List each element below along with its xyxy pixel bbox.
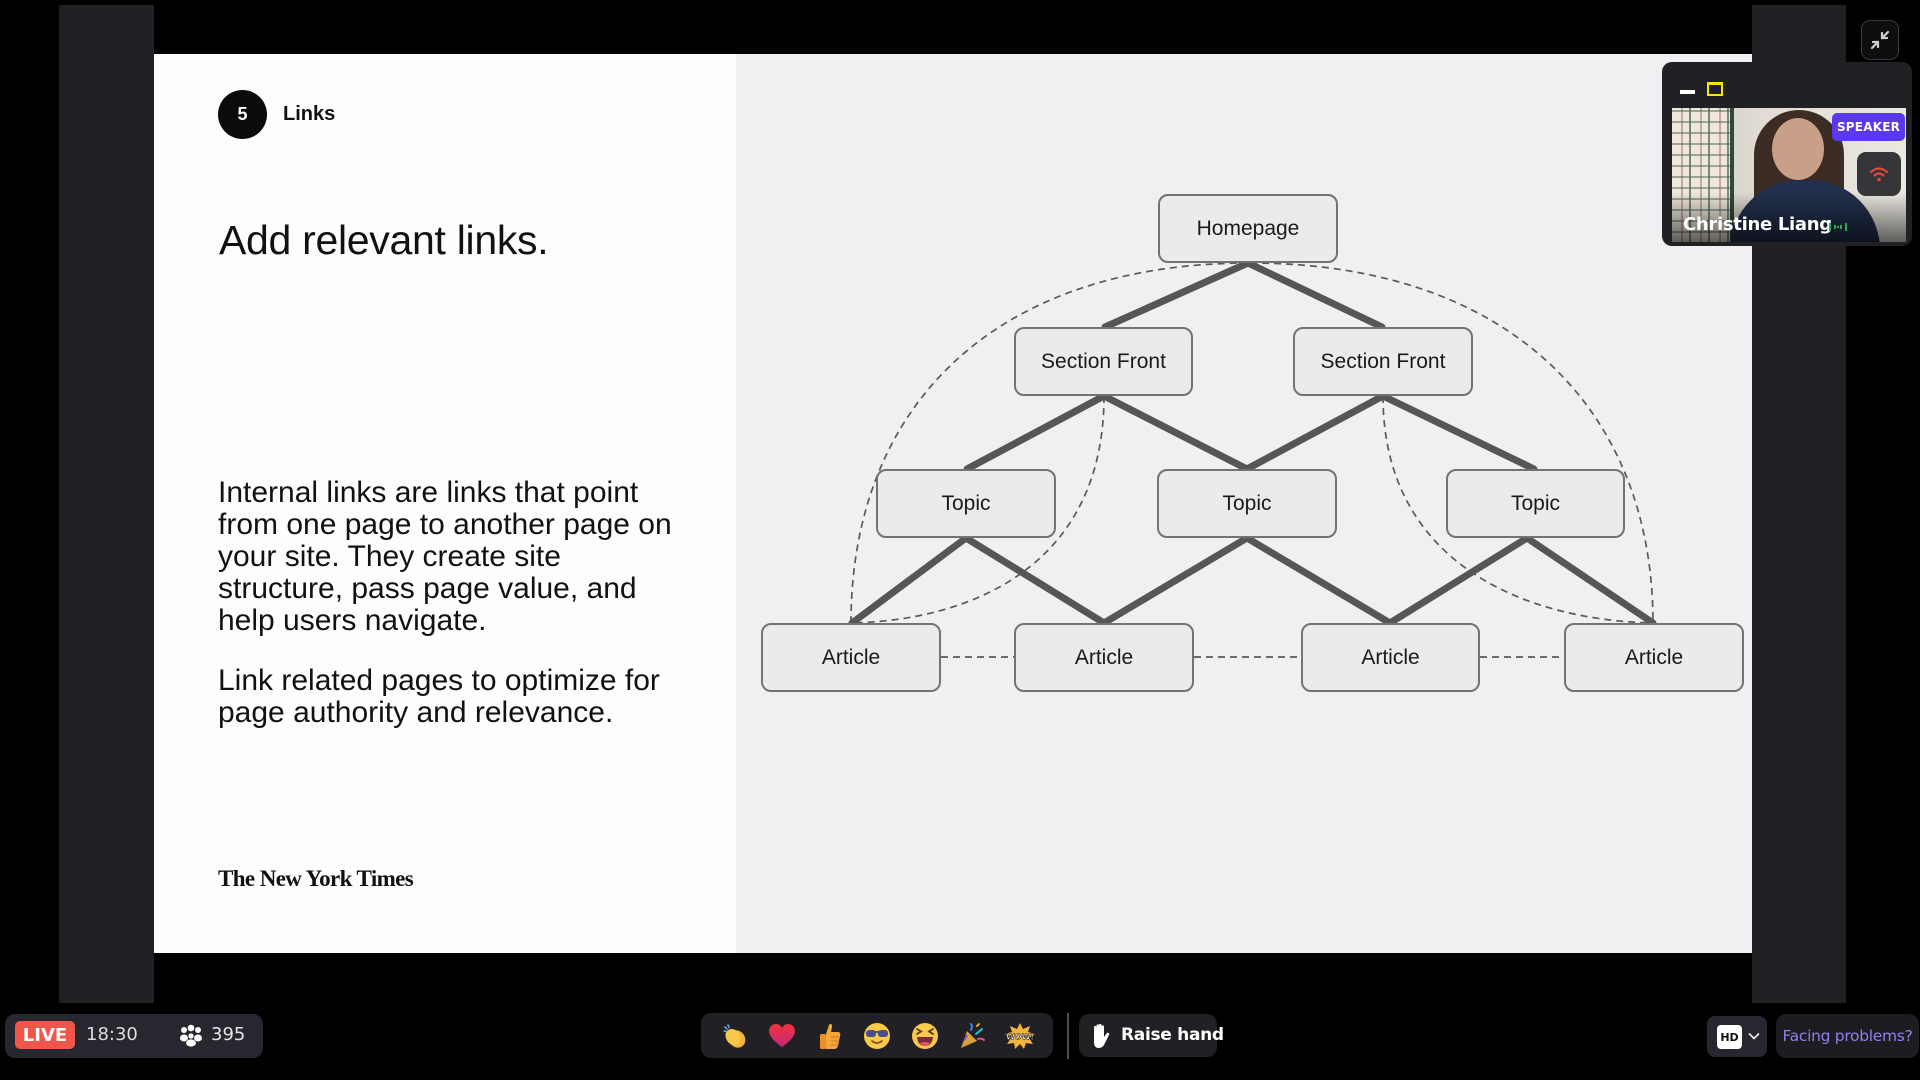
thumbs-up-icon [820, 1023, 841, 1049]
elapsed-time: 18:30 [86, 1024, 138, 1045]
speaker-name: Christine Liang [1683, 214, 1832, 235]
node-homepage: Homepage [1158, 194, 1338, 263]
viewers-icon [180, 1024, 202, 1047]
reaction-sunglasses-button[interactable] [860, 1019, 894, 1053]
network-indicator [1857, 152, 1901, 196]
hierarchy-link [1523, 534, 1657, 627]
node-article: Article [1301, 623, 1480, 692]
hierarchy-link [848, 534, 970, 627]
hierarchy-link [1386, 534, 1531, 627]
hierarchy-link [1101, 259, 1252, 331]
restore-icon[interactable] [1706, 80, 1724, 96]
hierarchy-link [1243, 534, 1394, 627]
live-badge: LIVE [15, 1021, 75, 1049]
wow-sticker-icon: WOW! [1005, 1023, 1035, 1049]
speaker-badge: SPEAKER [1832, 113, 1905, 141]
speaker-person-face [1772, 118, 1824, 180]
viewer-count: 395 [211, 1024, 246, 1045]
hierarchy-link [1379, 392, 1538, 473]
hierarchy-link [962, 534, 1108, 627]
party-popper-icon [961, 1023, 985, 1048]
hierarchy-link [1100, 392, 1251, 473]
reaction-wow-button[interactable]: WOW! [1003, 1019, 1037, 1053]
hand-icon [1094, 1023, 1110, 1048]
raise-hand-label: Raise hand [1121, 1025, 1224, 1045]
reaction-thumbs-up-button[interactable] [813, 1019, 847, 1053]
audio-level-icon [1829, 223, 1847, 231]
chevron-down-icon [1748, 1033, 1760, 1040]
laughing-face-icon [912, 1023, 938, 1049]
node-section-front: Section Front [1014, 327, 1193, 396]
node-article: Article [1564, 623, 1744, 692]
hierarchy-link [1100, 534, 1251, 627]
minimize-icon[interactable] [1676, 84, 1700, 100]
node-topic: Topic [876, 469, 1056, 538]
facing-problems-button[interactable]: Facing problems? [1776, 1014, 1919, 1058]
node-article: Article [761, 623, 941, 692]
reaction-heart-button[interactable] [765, 1019, 799, 1053]
quality-value: HD [1717, 1025, 1742, 1049]
wow-text: WOW! [1006, 1033, 1034, 1042]
reactions-divider [1067, 1013, 1069, 1059]
node-article: Article [1014, 623, 1194, 692]
wifi-weak-icon [1869, 167, 1889, 182]
exit-fullscreen-button[interactable] [1861, 20, 1899, 60]
reaction-clap-button[interactable] [718, 1019, 752, 1053]
hierarchy-link [1243, 392, 1387, 473]
node-topic: Topic [1157, 469, 1337, 538]
video-quality-select[interactable]: HD [1707, 1016, 1767, 1057]
related-link-homepage-article-4 [1249, 262, 1654, 624]
site-structure-diagram [848, 259, 1657, 658]
hierarchy-link [963, 392, 1108, 473]
clap-icon [723, 1024, 746, 1048]
reaction-laughing-button[interactable] [908, 1019, 942, 1053]
exit-fullscreen-icon [1870, 30, 1890, 50]
heart-icon [769, 1024, 795, 1047]
reaction-party-popper-button[interactable] [955, 1019, 989, 1053]
raise-hand-button[interactable]: Raise hand [1079, 1014, 1224, 1057]
node-section-front: Section Front [1293, 327, 1473, 396]
node-topic: Topic [1446, 469, 1625, 538]
sunglasses-face-icon [864, 1023, 890, 1049]
